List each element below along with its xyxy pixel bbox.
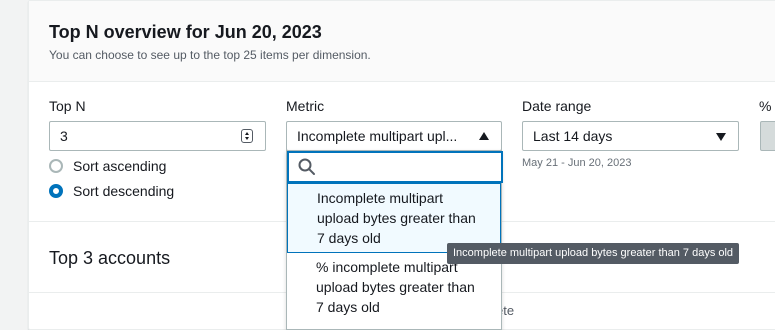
metric-selected-value: Incomplete multipart upl... — [297, 128, 458, 144]
metric-select[interactable]: Incomplete multipart upl... — [286, 121, 502, 151]
top-n-value: 3 — [60, 128, 68, 144]
sort-descending-label: Sort descending — [73, 183, 175, 199]
page-subtitle: You can choose to see up to the top 25 i… — [49, 48, 371, 62]
option-line: upload bytes greater than — [316, 279, 475, 295]
number-stepper-icon[interactable] — [241, 129, 253, 143]
percent-control[interactable] — [760, 121, 775, 151]
caret-up-icon — [479, 132, 489, 140]
metric-dropdown-menu: Incomplete multipart upload bytes greate… — [286, 150, 503, 330]
option-tooltip: Incomplete multipart upload bytes greate… — [447, 243, 740, 264]
radio-checked-icon[interactable] — [49, 184, 63, 198]
sort-ascending-label: Sort ascending — [73, 158, 167, 174]
metric-search-input[interactable] — [287, 151, 503, 183]
option-line: 7 days old — [316, 299, 380, 315]
top-n-label: Top N — [49, 98, 86, 114]
page-title: Top N overview for Jun 20, 2023 — [49, 22, 322, 42]
percent-label: % — [759, 98, 772, 114]
metric-option-percent-incomplete[interactable]: % incomplete multipart upload bytes grea… — [287, 257, 501, 327]
top-n-input[interactable]: 3 — [49, 121, 266, 151]
caret-down-icon — [716, 133, 726, 141]
date-range-selected-value: Last 14 days — [533, 128, 613, 144]
search-icon — [298, 158, 315, 175]
option-line: Incomplete multipart — [317, 190, 444, 206]
radio-icon[interactable] — [49, 159, 63, 173]
option-line: upload bytes greater than — [317, 210, 476, 226]
panel-header: Top N overview for Jun 20, 2023 You can … — [29, 1, 775, 82]
date-range-hint: May 21 - Jun 20, 2023 — [522, 157, 632, 169]
date-range-label: Date range — [522, 98, 592, 114]
metric-label: Metric — [286, 98, 325, 114]
section-title: Top 3 accounts — [49, 248, 171, 268]
date-range-select[interactable]: Last 14 days — [522, 121, 739, 151]
